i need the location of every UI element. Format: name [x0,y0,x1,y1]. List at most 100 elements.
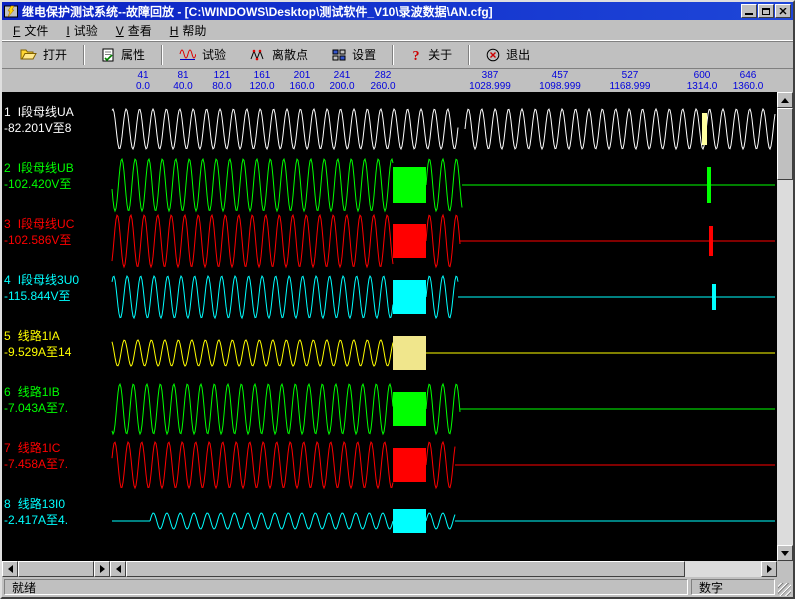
left-arrow-icon [8,565,13,573]
channel-entry[interactable]: 7线路1IC -7.458A至7. [4,440,68,472]
waveform-scrollbar[interactable] [110,561,777,577]
minimize-button[interactable] [741,4,757,18]
waveform-trace [112,109,458,149]
hscroll-thumb[interactable] [18,561,94,577]
vertical-scrollbar[interactable] [777,92,793,561]
open-button[interactable]: 打开 [8,42,79,67]
fault-block [393,509,426,533]
channel-label: 2I段母线UB [4,160,74,176]
fault-block [393,224,426,258]
exit-button[interactable]: 退出 [474,42,542,67]
fault-block [393,167,426,203]
restore-button[interactable] [758,4,774,18]
channel-label: 4I段母线3U0 [4,272,79,288]
scroll-right-button[interactable] [761,561,777,577]
channel-label: 1I段母线UA [4,104,74,120]
scroll-left-button[interactable] [2,561,18,577]
about-icon: ? [410,48,422,62]
about-button[interactable]: ? 关于 [398,42,464,67]
menu-test[interactable]: I试验 [57,20,106,41]
minimize-icon [745,13,753,15]
ruler-tick: 8140.0 [173,70,192,92]
toolbar-separator [392,45,394,65]
scroll-left-button[interactable] [110,561,126,577]
channel-range: -7.458A至7. [4,456,68,472]
channel-panel-scrollbar[interactable] [2,561,110,577]
title-bar[interactable]: 继电保护测试系统--故障回放 - [C:\WINDOWS\Desktop\测试软… [2,2,793,20]
window-controls [740,4,791,18]
time-ruler: 410.08140.012180.0161120.0201160.0241200… [2,68,793,92]
vscroll-thumb[interactable] [777,108,793,180]
channel-range: -102.586V至 [4,232,74,248]
scroll-right-button[interactable] [94,561,110,577]
waveform-channel-4 [112,276,775,318]
close-button[interactable] [775,4,791,18]
vscroll-track[interactable] [777,108,793,545]
waveform-area[interactable] [110,92,777,561]
waveform-channel-3 [112,215,775,267]
discrete-points-button[interactable]: 离散点 [238,42,320,67]
channel-entry[interactable]: 1I段母线UA -82.201V至8 [4,104,74,136]
waveform-trace [426,215,460,267]
scrollbar-corner [777,561,793,577]
left-arrow-icon [116,565,121,573]
properties-icon [101,48,115,62]
channel-entry[interactable]: 5线路1IA -9.529A至14 [4,328,71,360]
toolbar-separator [161,45,163,65]
discrete-points-icon [250,49,266,61]
menu-view[interactable]: V查看 [107,20,161,41]
main-area: 1I段母线UA -82.201V至8 2I段母线UB -102.420V至 3I… [2,92,793,561]
fault-burst [707,167,711,203]
settings-button[interactable]: 设置 [320,42,388,67]
properties-button[interactable]: 属性 [89,42,157,67]
channel-entry[interactable]: 3I段母线UC -102.586V至 [4,216,74,248]
waveform-trace [426,159,462,211]
channel-range: -102.420V至 [4,176,74,192]
fault-block [393,392,426,426]
fault-block [393,280,426,314]
ruler-tick: 5271168.999 [610,70,651,92]
channel-entry[interactable]: 2I段母线UB -102.420V至 [4,160,74,192]
menu-help[interactable]: H帮助 [161,20,216,41]
waveform-trace [465,109,775,149]
scroll-up-button[interactable] [777,92,793,108]
waveform-channel-8 [112,509,775,533]
ruler-tick: 4571098.999 [539,70,581,92]
waveform-trace [112,276,393,318]
test-button[interactable]: 试验 [167,42,238,67]
ruler-tick: 201160.0 [289,70,314,92]
app-icon [4,5,18,18]
exit-icon [486,48,500,62]
hscroll-track[interactable] [18,561,94,577]
menu-file[interactable]: F文件 [4,20,57,41]
ruler-tick: 282260.0 [370,70,395,92]
app-window: 继电保护测试系统--故障回放 - [C:\WINDOWS\Desktop\测试软… [0,0,795,599]
hscroll-track[interactable] [126,561,761,577]
channel-entry[interactable]: 4I段母线3U0 -115.844V至 [4,272,79,304]
channel-label: 8线路13I0 [4,496,68,512]
fault-block [393,448,426,482]
waveform-trace [112,442,393,488]
scroll-down-button[interactable] [777,545,793,561]
waveform-channel-1 [112,109,775,149]
waveform-canvas[interactable] [110,92,777,561]
fault-burst [702,113,707,145]
ruler-tick: 3871028.999 [469,70,511,92]
resize-grip[interactable] [778,583,791,596]
restore-icon [762,8,770,15]
ruler-tick: 241200.0 [329,70,354,92]
ruler-tick: 6461360.0 [733,70,764,92]
fault-burst [712,284,716,310]
channel-entry[interactable]: 8线路13I0 -2.417A至4. [4,496,68,528]
channel-range: -115.844V至 [4,288,79,304]
close-icon [779,8,787,15]
ruler-tick: 161120.0 [249,70,274,92]
hscroll-thumb[interactable] [126,561,685,577]
ruler-tick: 6001314.0 [687,70,718,92]
right-arrow-icon [100,565,105,573]
toolbar-separator [468,45,470,65]
channel-entry[interactable]: 6线路1IB -7.043A至7. [4,384,68,416]
waveform-trace [112,340,393,366]
open-folder-icon [20,48,37,61]
down-arrow-icon [781,551,789,556]
